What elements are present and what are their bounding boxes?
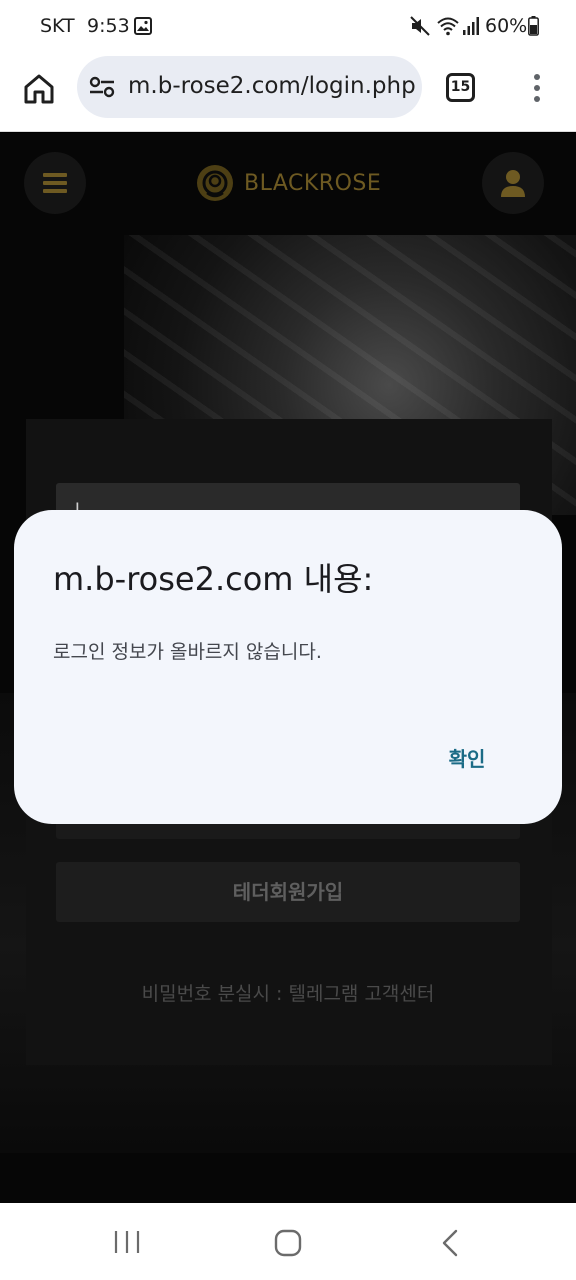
battery-level: 60%: [485, 15, 528, 37]
tether-signup-button[interactable]: 테더회원가입: [56, 862, 520, 922]
site-menu-button[interactable]: [24, 152, 86, 214]
url-text[interactable]: m.b-rose2.com/login.php: [128, 73, 416, 99]
battery-icon: [528, 16, 539, 36]
status-bar: SKT 9:53 60%: [0, 0, 576, 54]
home-nav-icon[interactable]: [274, 1229, 302, 1257]
home-icon[interactable]: [22, 72, 56, 106]
signal-icon: [463, 17, 479, 35]
gallery-icon: [134, 17, 152, 35]
alert-dialog: m.b-rose2.com 내용: 로그인 정보가 올바르지 않습니다. 확인: [14, 510, 562, 824]
carrier-label: SKT: [40, 15, 75, 37]
tune-icon[interactable]: [89, 76, 115, 98]
dialog-title: m.b-rose2.com 내용:: [53, 560, 374, 598]
user-icon: [501, 170, 525, 197]
brand-name: BLACKROSE: [244, 171, 382, 196]
ok-button[interactable]: 확인: [432, 742, 502, 776]
site-user-button[interactable]: [482, 152, 544, 214]
clock: 9:53: [87, 15, 130, 37]
navigation-bar: [0, 1203, 576, 1280]
back-icon[interactable]: [440, 1229, 460, 1257]
hamburger-icon: [43, 173, 67, 193]
menu-icon[interactable]: [530, 72, 544, 104]
tab-switcher-button[interactable]: 15: [446, 73, 475, 102]
rose-logo-icon: [197, 165, 233, 201]
dialog-message: 로그인 정보가 올바르지 않습니다.: [53, 641, 322, 663]
address-bar[interactable]: m.b-rose2.com/login.php: [77, 56, 422, 118]
mute-icon: [410, 16, 430, 36]
recents-icon[interactable]: [112, 1230, 142, 1254]
browser-toolbar: m.b-rose2.com/login.php 15: [0, 54, 576, 132]
password-help-text: 비밀번호 분실시 : 텔레그램 고객센터: [141, 983, 435, 1005]
wifi-icon: [437, 17, 459, 36]
